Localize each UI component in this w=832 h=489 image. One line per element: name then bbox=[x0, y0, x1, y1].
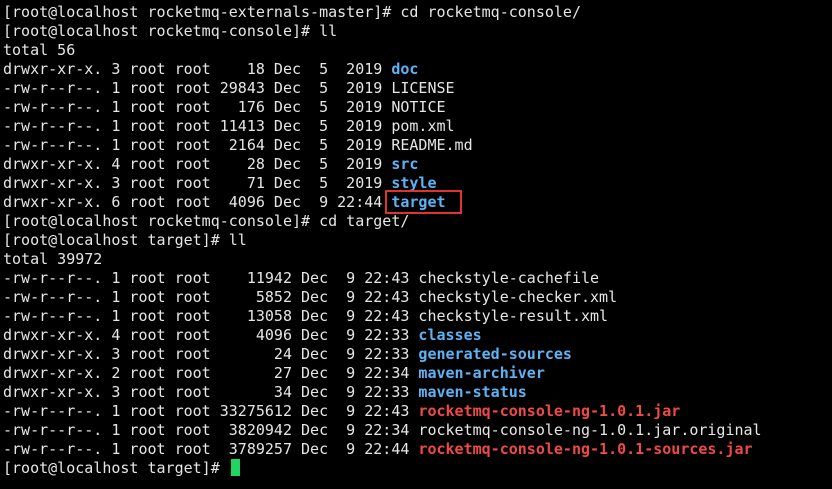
file-name: rocketmq-console-ng-1.0.1.jar.original bbox=[418, 421, 762, 439]
listing-entry: -rw-r--r--. 1 root root 11942 Dec 9 22:4… bbox=[3, 269, 829, 288]
command-line: [root@localhost target]# bbox=[3, 459, 829, 478]
entry-attributes: drwxr-xr-x. 4 root root 28 Dec 5 2019 bbox=[3, 155, 392, 173]
listing-entry: -rw-r--r--. 1 root root 2164 Dec 5 2019 … bbox=[3, 136, 829, 155]
entry-attributes: drwxr-xr-x. 6 root root 4096 Dec 9 22:44 bbox=[3, 193, 392, 211]
directory-name: src bbox=[391, 155, 419, 173]
directory-name: maven-archiver bbox=[418, 364, 545, 382]
listing-entry: drwxr-xr-x. 6 root root 4096 Dec 9 22:44… bbox=[3, 193, 829, 212]
directory-name: classes bbox=[418, 326, 482, 344]
total-text: total 39972 bbox=[3, 250, 103, 268]
shell-prompt: [root@localhost rocketmq-console]# bbox=[3, 212, 320, 230]
file-name: README.md bbox=[391, 136, 473, 154]
listing-entry: drwxr-xr-x. 3 root root 24 Dec 9 22:33 g… bbox=[3, 345, 829, 364]
listing-entry: drwxr-xr-x. 3 root root 18 Dec 5 2019 do… bbox=[3, 60, 829, 79]
entry-attributes: -rw-r--r--. 1 root root 33275612 Dec 9 2… bbox=[3, 402, 419, 420]
entry-attributes: drwxr-xr-x. 3 root root 71 Dec 5 2019 bbox=[3, 174, 392, 192]
listing-entry: drwxr-xr-x. 4 root root 28 Dec 5 2019 sr… bbox=[3, 155, 829, 174]
command-text: cd target/ bbox=[319, 212, 410, 230]
entry-attributes: -rw-r--r--. 1 root root 176 Dec 5 2019 bbox=[3, 98, 392, 116]
shell-prompt: [root@localhost target]# bbox=[3, 231, 229, 249]
entry-attributes: -rw-r--r--. 1 root root 5852 Dec 9 22:43 bbox=[3, 288, 419, 306]
command-text: ll bbox=[319, 22, 338, 40]
listing-total: total 39972 bbox=[3, 250, 829, 269]
entry-attributes: drwxr-xr-x. 3 root root 24 Dec 9 22:33 bbox=[3, 345, 419, 363]
command-text: cd rocketmq-console/ bbox=[400, 3, 581, 21]
entry-attributes: drwxr-xr-x. 4 root root 4096 Dec 9 22:33 bbox=[3, 326, 419, 344]
listing-total: total 56 bbox=[3, 41, 829, 60]
file-name: NOTICE bbox=[391, 98, 446, 116]
listing-entry: drwxr-xr-x. 3 root root 71 Dec 5 2019 st… bbox=[3, 174, 829, 193]
archive-name: rocketmq-console-ng-1.0.1-sources.jar bbox=[418, 440, 753, 458]
listing-entry: drwxr-xr-x. 3 root root 34 Dec 9 22:33 m… bbox=[3, 383, 829, 402]
directory-name: target bbox=[391, 193, 446, 211]
file-name: pom.xml bbox=[391, 117, 455, 135]
command-line: [root@localhost target]# ll bbox=[3, 231, 829, 250]
listing-entry: -rw-r--r--. 1 root root 3820942 Dec 9 22… bbox=[3, 421, 829, 440]
shell-prompt: [root@localhost rocketmq-console]# bbox=[3, 22, 320, 40]
terminal-output[interactable]: [root@localhost rocketmq-externals-maste… bbox=[3, 3, 829, 478]
file-name: checkstyle-cachefile bbox=[418, 269, 600, 287]
entry-attributes: -rw-r--r--. 1 root root 3789257 Dec 9 22… bbox=[3, 440, 419, 458]
listing-entry: -rw-r--r--. 1 root root 11413 Dec 5 2019… bbox=[3, 117, 829, 136]
entry-attributes: -rw-r--r--. 1 root root 11942 Dec 9 22:4… bbox=[3, 269, 419, 287]
command-line: [root@localhost rocketmq-console]# ll bbox=[3, 22, 829, 41]
directory-name: style bbox=[391, 174, 437, 192]
file-name: checkstyle-checker.xml bbox=[418, 288, 618, 306]
directory-name: generated-sources bbox=[418, 345, 572, 363]
entry-attributes: -rw-r--r--. 1 root root 11413 Dec 5 2019 bbox=[3, 117, 392, 135]
entry-attributes: -rw-r--r--. 1 root root 2164 Dec 5 2019 bbox=[3, 136, 392, 154]
entry-attributes: drwxr-xr-x. 2 root root 27 Dec 9 22:34 bbox=[3, 364, 419, 382]
file-name: LICENSE bbox=[391, 79, 455, 97]
shell-prompt: [root@localhost target]# bbox=[3, 459, 229, 477]
entry-attributes: drwxr-xr-x. 3 root root 18 Dec 5 2019 bbox=[3, 60, 392, 78]
total-text: total 56 bbox=[3, 41, 76, 59]
listing-entry: -rw-r--r--. 1 root root 5852 Dec 9 22:43… bbox=[3, 288, 829, 307]
terminal-cursor[interactable] bbox=[230, 459, 240, 476]
listing-entry: -rw-r--r--. 1 root root 3789257 Dec 9 22… bbox=[3, 440, 829, 459]
listing-entry: -rw-r--r--. 1 root root 29843 Dec 5 2019… bbox=[3, 79, 829, 98]
entry-attributes: drwxr-xr-x. 3 root root 34 Dec 9 22:33 bbox=[3, 383, 419, 401]
listing-entry: drwxr-xr-x. 4 root root 4096 Dec 9 22:33… bbox=[3, 326, 829, 345]
listing-entry: -rw-r--r--. 1 root root 176 Dec 5 2019 N… bbox=[3, 98, 829, 117]
listing-entry: -rw-r--r--. 1 root root 33275612 Dec 9 2… bbox=[3, 402, 829, 421]
directory-name: doc bbox=[391, 60, 419, 78]
entry-attributes: -rw-r--r--. 1 root root 29843 Dec 5 2019 bbox=[3, 79, 392, 97]
file-name: checkstyle-result.xml bbox=[418, 307, 609, 325]
shell-prompt: [root@localhost rocketmq-externals-maste… bbox=[3, 3, 401, 21]
listing-entry: drwxr-xr-x. 2 root root 27 Dec 9 22:34 m… bbox=[3, 364, 829, 383]
directory-name: maven-status bbox=[418, 383, 527, 401]
command-line: [root@localhost rocketmq-externals-maste… bbox=[3, 3, 829, 22]
archive-name: rocketmq-console-ng-1.0.1.jar bbox=[418, 402, 681, 420]
entry-attributes: -rw-r--r--. 1 root root 13058 Dec 9 22:4… bbox=[3, 307, 419, 325]
command-text: ll bbox=[228, 231, 247, 249]
listing-entry: -rw-r--r--. 1 root root 13058 Dec 9 22:4… bbox=[3, 307, 829, 326]
entry-attributes: -rw-r--r--. 1 root root 3820942 Dec 9 22… bbox=[3, 421, 419, 439]
command-line: [root@localhost rocketmq-console]# cd ta… bbox=[3, 212, 829, 231]
